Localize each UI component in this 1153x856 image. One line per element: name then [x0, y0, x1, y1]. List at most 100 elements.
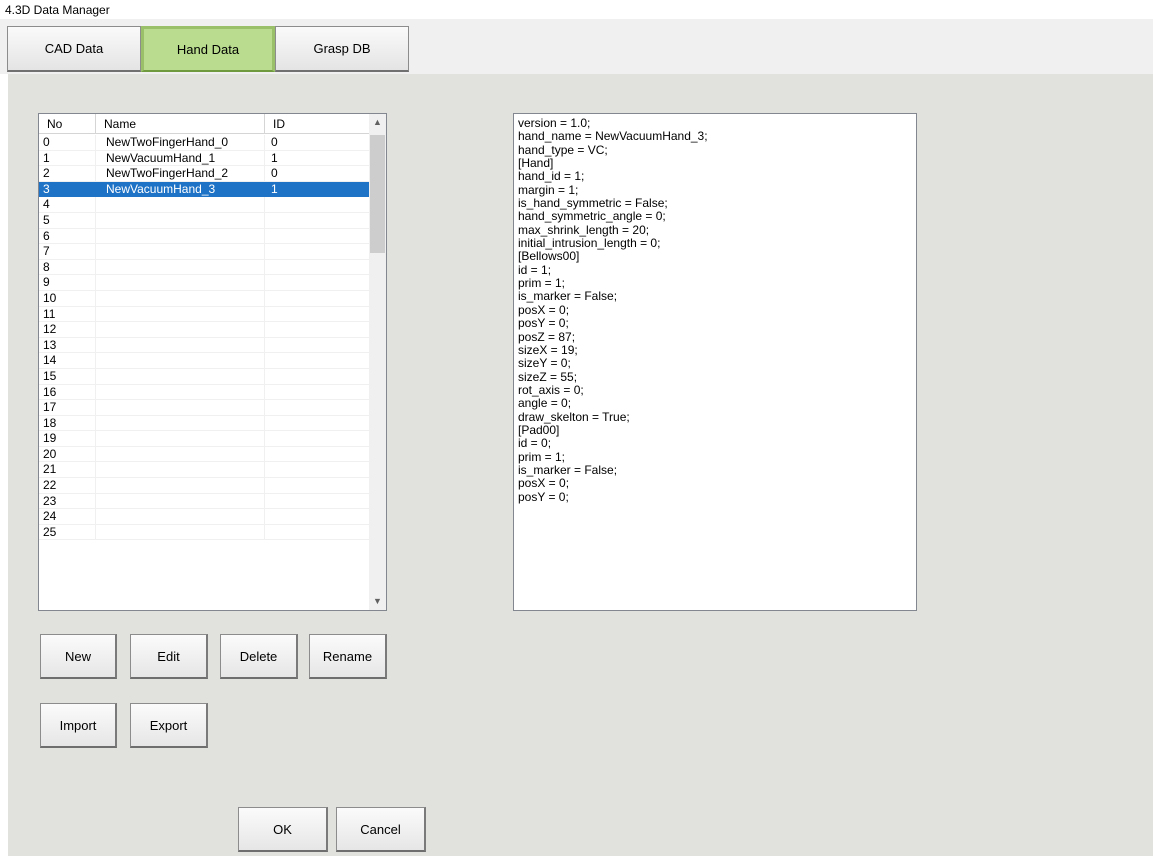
cell-name: NewVacuumHand_3: [96, 181, 265, 197]
table-row[interactable]: 0 NewTwoFingerHand_0 0: [39, 135, 370, 151]
chevron-down-icon[interactable]: ▼: [369, 593, 386, 610]
cell-no: 11: [39, 306, 96, 322]
cell-id: [265, 384, 370, 400]
table-row[interactable]: 12: [39, 322, 370, 338]
table-row[interactable]: 21: [39, 462, 370, 479]
table-row[interactable]: 1 NewVacuumHand_1 1: [39, 150, 370, 167]
detail-line: posX = 0;: [518, 302, 570, 317]
cell-no: 15: [39, 368, 96, 384]
hand-list-rows: 0 NewTwoFingerHand_0 0 1 NewVacuumHand_1 1 2 Ne…: [39, 135, 370, 541]
cell-no: 7: [39, 244, 96, 259]
cell-name: [96, 275, 265, 290]
table-row[interactable]: 4: [39, 197, 370, 213]
detail-line: is_marker = False;: [518, 462, 618, 477]
column-header-name[interactable]: Name: [96, 114, 265, 134]
rename-button[interactable]: Rename: [309, 634, 387, 679]
table-row[interactable]: 17: [39, 400, 370, 416]
table-row[interactable]: 9: [39, 275, 370, 291]
table-row[interactable]: 6: [39, 228, 370, 245]
cell-id: [265, 353, 370, 368]
cell-name: [96, 415, 265, 431]
hand-list[interactable]: No Name ID 0 NewTwoFingerHand_0 0 1 NewVacuu…: [38, 113, 387, 611]
scrollbar-thumb[interactable]: [370, 135, 385, 253]
cell-id: [265, 212, 370, 228]
export-button[interactable]: Export: [130, 703, 208, 748]
cell-no: 22: [39, 478, 96, 493]
cell-name: [96, 244, 265, 259]
ok-button[interactable]: OK: [238, 807, 328, 852]
column-header-no[interactable]: No: [39, 114, 96, 134]
detail-line: is_marker = False;: [518, 289, 618, 304]
cell-name: [96, 478, 265, 493]
table-row[interactable]: 19: [39, 431, 370, 447]
cell-id: [265, 431, 370, 446]
table-row[interactable]: 7: [39, 244, 370, 260]
tab-grasp-db[interactable]: Grasp DB: [275, 26, 409, 72]
table-row[interactable]: 18: [39, 415, 370, 432]
detail-line: initial_intrusion_length = 0;: [518, 236, 661, 251]
list-scrollbar[interactable]: ▲ ▼: [369, 114, 386, 610]
detail-line: posY = 0;: [518, 316, 569, 331]
table-row[interactable]: 23: [39, 493, 370, 510]
delete-button[interactable]: Delete: [220, 634, 298, 679]
table-row[interactable]: 24: [39, 509, 370, 525]
cell-name: [96, 524, 265, 540]
table-row[interactable]: 22: [39, 478, 370, 494]
table-row[interactable]: 10: [39, 290, 370, 307]
cell-name: NewVacuumHand_1: [96, 150, 265, 166]
cell-name: [96, 509, 265, 524]
detail-line: hand_id = 1;: [518, 169, 585, 184]
table-row[interactable]: 2 NewTwoFingerHand_2 0: [39, 166, 370, 182]
table-row[interactable]: 16: [39, 384, 370, 401]
cancel-button[interactable]: Cancel: [336, 807, 426, 852]
table-row[interactable]: 15: [39, 368, 370, 385]
cell-no: 5: [39, 212, 96, 228]
cell-id: [265, 368, 370, 384]
hand-list-header: No Name ID: [39, 114, 370, 134]
import-button[interactable]: Import: [40, 703, 117, 748]
cell-no: 17: [39, 400, 96, 415]
cell-id: [265, 275, 370, 290]
cell-no: 12: [39, 322, 96, 337]
cell-name: [96, 431, 265, 446]
cell-no: 14: [39, 353, 96, 368]
cell-name: [96, 462, 265, 478]
table-row[interactable]: 11: [39, 306, 370, 323]
tab-cad-data[interactable]: CAD Data: [7, 26, 141, 72]
detail-line: hand_name = NewVacuumHand_3;: [518, 129, 708, 144]
column-header-id[interactable]: ID: [265, 114, 370, 134]
cell-no: 13: [39, 337, 96, 353]
chevron-up-icon[interactable]: ▲: [369, 114, 386, 131]
cell-no: 8: [39, 259, 96, 275]
cell-id: [265, 322, 370, 337]
table-row[interactable]: 13: [39, 337, 370, 354]
detail-line: draw_skelton = True;: [518, 409, 630, 424]
cell-id: [265, 446, 370, 462]
cell-no: 4: [39, 197, 96, 212]
detail-line: id = 0;: [518, 436, 552, 451]
tab-hand-data[interactable]: Hand Data: [141, 26, 275, 72]
cell-no: 25: [39, 524, 96, 540]
table-row[interactable]: 14: [39, 353, 370, 369]
cell-id: [265, 462, 370, 478]
cell-no: 0: [39, 135, 96, 150]
hand-detail-text[interactable]: version = 1.0; hand_name = NewVacuumHand_…: [513, 113, 917, 611]
table-row[interactable]: 20: [39, 446, 370, 463]
detail-line: angle = 0;: [518, 396, 572, 411]
detail-line: margin = 1;: [518, 182, 579, 197]
cell-no: 19: [39, 431, 96, 446]
new-button[interactable]: New: [40, 634, 117, 679]
cell-no: 2: [39, 166, 96, 181]
table-row[interactable]: 25: [39, 524, 370, 541]
table-row[interactable]: 8: [39, 259, 370, 276]
cell-id: [265, 197, 370, 212]
cell-no: 18: [39, 415, 96, 431]
edit-button[interactable]: Edit: [130, 634, 208, 679]
cell-name: [96, 446, 265, 462]
cell-name: [96, 197, 265, 212]
table-row[interactable]: 3 NewVacuumHand_3 1: [39, 181, 370, 198]
cell-no: 9: [39, 275, 96, 290]
cell-no: 20: [39, 446, 96, 462]
table-row[interactable]: 5: [39, 212, 370, 229]
cell-id: [265, 524, 370, 540]
